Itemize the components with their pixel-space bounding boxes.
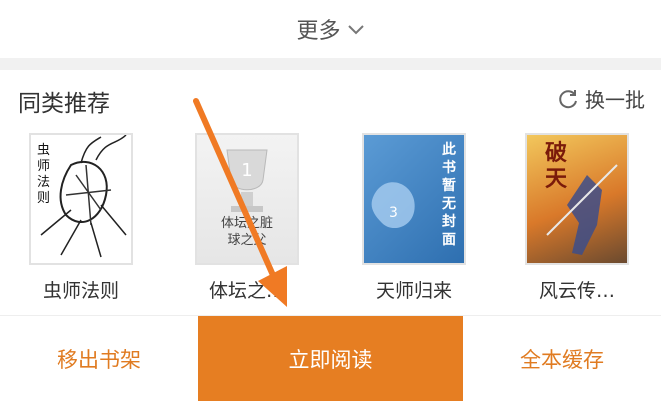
refresh-label: 换一批 <box>585 88 645 112</box>
book-item[interactable]: 虫 师 法 则 虫师法则 <box>29 133 133 303</box>
cover-char: 则 <box>37 191 51 206</box>
book-item[interactable]: 1 体坛之脏 球之父 体坛之… <box>195 133 299 303</box>
section-title: 同类推荐 <box>18 91 110 117</box>
read-now-button[interactable]: 立即阅读 <box>198 316 463 401</box>
more-toggle[interactable]: 更多 <box>0 0 661 58</box>
cover-char: 破 <box>545 141 568 166</box>
more-label: 更多 <box>296 19 341 44</box>
chevron-down-icon <box>347 17 365 42</box>
similar-recommendations: 同类推荐 换一批 虫 师 法 则 虫师法则 1 体坛之脏 球之父 体坛之… 3 … <box>0 70 661 315</box>
cover-char: 法 <box>37 175 51 190</box>
section-divider <box>0 58 661 70</box>
action-bar: 移出书架 立即阅读 全本缓存 <box>0 315 661 401</box>
cover-line: 球之父 <box>227 233 267 248</box>
cover-char: 虫 <box>37 143 51 158</box>
book-cover: 3 此 书 暂 无 封 面 <box>362 133 466 265</box>
cache-all-button[interactable]: 全本缓存 <box>463 316 661 401</box>
book-cover: 虫 师 法 则 <box>29 133 133 265</box>
cover-char: 师 <box>37 159 51 174</box>
refresh-icon <box>559 89 577 108</box>
cover-line: 体坛之脏 <box>220 216 273 231</box>
cover-char: 封 <box>442 214 456 230</box>
book-cover: 破 天 <box>525 133 629 265</box>
refresh-batch-button[interactable]: 换一批 <box>557 84 645 113</box>
cover-char: 暂 <box>442 178 456 194</box>
book-title: 风云传… <box>538 280 615 302</box>
remove-from-shelf-button[interactable]: 移出书架 <box>0 316 198 401</box>
book-cover: 1 体坛之脏 球之父 <box>195 133 299 265</box>
book-title: 体坛之… <box>208 280 285 302</box>
book-title: 虫师法则 <box>42 280 119 302</box>
cover-char: 书 <box>442 160 456 176</box>
cover-char: 无 <box>442 196 456 212</box>
cover-char: 面 <box>442 232 456 248</box>
cover-char: 此 <box>442 142 456 158</box>
book-title: 天师归来 <box>375 280 452 302</box>
svg-text:1: 1 <box>241 160 252 181</box>
book-item[interactable]: 破 天 风云传… <box>525 133 629 303</box>
book-item[interactable]: 3 此 书 暂 无 封 面 天师归来 <box>362 133 466 303</box>
svg-text:3: 3 <box>389 205 398 221</box>
cover-char: 天 <box>545 167 568 192</box>
